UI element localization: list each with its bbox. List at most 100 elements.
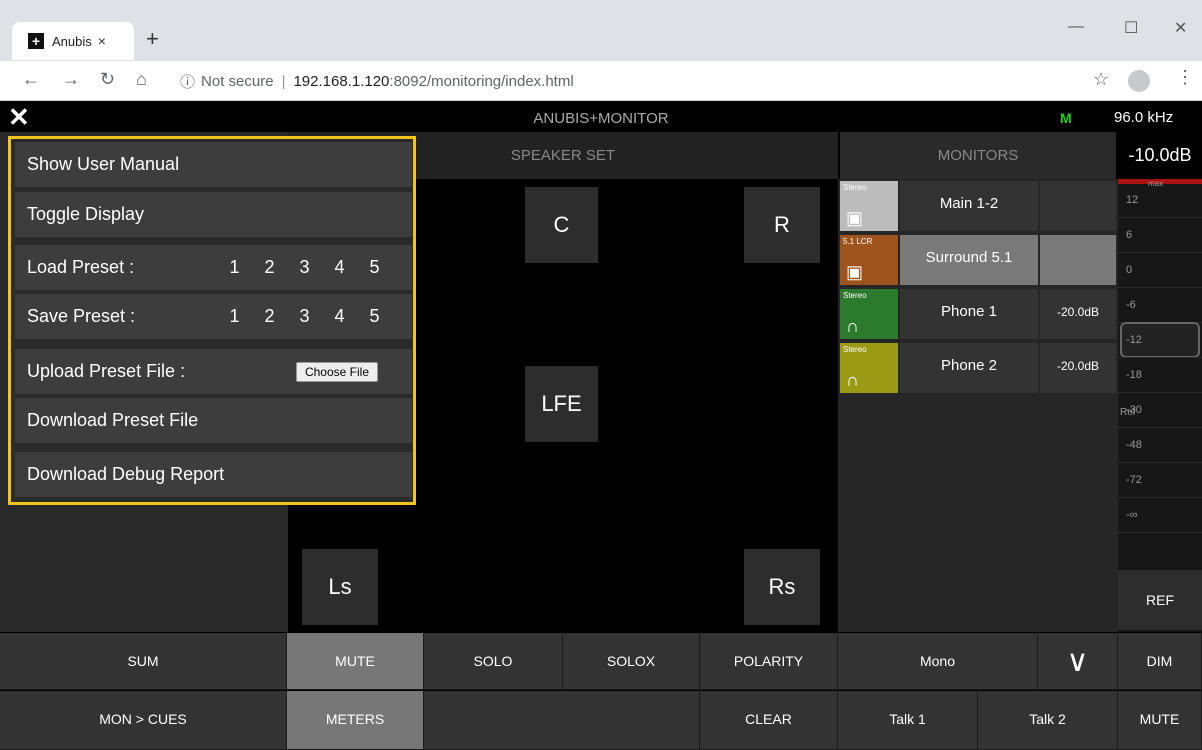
meter-tick: -30 [1118, 393, 1202, 428]
monitor-level [1040, 181, 1116, 231]
new-tab-button[interactable]: + [146, 26, 159, 52]
monitor-name[interactable]: Phone 2 [900, 343, 1038, 393]
monitor-name[interactable]: Main 1-2 [900, 181, 1038, 231]
load-preset-1[interactable]: 1 [217, 257, 252, 278]
headphones-icon: ∩ [846, 316, 859, 336]
meters-button[interactable]: METERS [287, 691, 424, 750]
home-icon[interactable]: ⌂ [136, 69, 147, 90]
choose-file-button[interactable]: Choose File [295, 361, 378, 382]
meter-tick: -72 [1118, 463, 1202, 498]
monitor-row-phone1[interactable]: Stereo ∩ Phone 1 -20.0dB [838, 287, 1118, 339]
browser-tab[interactable]: + Anubis × [12, 22, 134, 60]
mon-cues-button[interactable]: MON > CUES [0, 691, 287, 750]
save-preset-5[interactable]: 5 [357, 306, 392, 327]
talk2-button[interactable]: Talk 2 [978, 691, 1118, 750]
save-preset-buttons: 1 2 3 4 5 [217, 306, 392, 327]
address-bar[interactable]: ⓘ Not secure | 192.168.1.120 :8092/monit… [180, 67, 1090, 95]
load-preset-row: Load Preset : 1 2 3 4 5 [15, 245, 412, 290]
monitors-header: MONITORS [840, 132, 1116, 179]
toggle-display-item[interactable]: Toggle Display [15, 192, 412, 237]
save-preset-row: Save Preset : 1 2 3 4 5 [15, 294, 412, 339]
save-preset-3[interactable]: 3 [287, 306, 322, 327]
load-preset-4[interactable]: 4 [322, 257, 357, 278]
app-title: ANUBIS+MONITOR [533, 110, 669, 127]
speaker-c-button[interactable]: C [525, 187, 598, 263]
mono-button[interactable]: Mono [838, 633, 1038, 690]
monitor-format-badge: Stereo ∩ [840, 289, 898, 339]
speaker-rs-button[interactable]: Rs [744, 549, 820, 625]
dim-button[interactable]: DIM [1118, 633, 1202, 690]
meter-tick: 6 [1118, 218, 1202, 253]
ref-button[interactable]: REF [1118, 570, 1202, 630]
monitor-name[interactable]: Phone 1 [900, 289, 1038, 339]
upload-preset-row: Upload Preset File : Choose File [15, 349, 412, 394]
minimize-button[interactable]: — [1068, 18, 1084, 36]
speaker-icon: ▣ [846, 262, 864, 282]
sum-button[interactable]: SUM [0, 633, 287, 690]
reload-icon[interactable]: ↻ [100, 69, 115, 90]
maximize-button[interactable]: ☐ [1124, 18, 1138, 38]
monitor-row-surround[interactable]: 5.1 LCR ▣ Surround 5.1 [838, 233, 1118, 285]
app-favicon-icon: + [28, 33, 44, 49]
monitor-level[interactable]: -20.0dB [1040, 343, 1116, 393]
mute-button[interactable]: MUTE [287, 633, 424, 690]
meter-tick: 0 [1118, 253, 1202, 288]
save-preset-4[interactable]: 4 [322, 306, 357, 327]
master-mute-button[interactable]: MUTE [1118, 691, 1202, 750]
browser-tabstrip: + Anubis × + — ☐ ✕ [0, 0, 1202, 61]
url-separator: | [281, 72, 286, 90]
load-preset-label: Load Preset : [27, 257, 135, 277]
load-preset-3[interactable]: 3 [287, 257, 322, 278]
speaker-icon: ▣ [846, 208, 864, 228]
talk1-button[interactable]: Talk 1 [838, 691, 978, 750]
monitor-row-main[interactable]: Stereo ▣ Main 1-2 [838, 179, 1118, 231]
meter-tick: -48 [1118, 428, 1202, 463]
level-readout: -10.0dB [1118, 132, 1202, 179]
monitor-format-badge: 5.1 LCR ▣ [840, 235, 898, 285]
monitor-name[interactable]: Surround 5.1 [900, 235, 1038, 285]
browser-menu-icon[interactable]: ⋮ [1176, 67, 1194, 88]
meter-tick: -6 [1118, 288, 1202, 323]
load-preset-2[interactable]: 2 [252, 257, 287, 278]
level-meter[interactable]: max 12 6 0 -6 -12 -18 Ref -30 -48 -72 -∞ [1118, 179, 1202, 632]
speaker-r-button[interactable]: R [744, 187, 820, 263]
save-preset-2[interactable]: 2 [252, 306, 287, 327]
monitors-list: Stereo ▣ Main 1-2 5.1 LCR ▣ Surround 5.1… [838, 179, 1118, 632]
chevron-down-icon[interactable]: ∨ [1038, 633, 1118, 690]
upload-preset-label: Upload Preset File : [27, 361, 186, 381]
window-close-button[interactable]: ✕ [1174, 18, 1187, 38]
monitor-level [1040, 235, 1116, 285]
solox-button[interactable]: SOLOX [563, 633, 700, 690]
save-preset-1[interactable]: 1 [217, 306, 252, 327]
monitor-level[interactable]: -20.0dB [1040, 289, 1116, 339]
profile-avatar[interactable] [1128, 70, 1150, 92]
download-debug-item[interactable]: Download Debug Report [15, 452, 412, 497]
monitor-format-badge: Stereo ∩ [840, 343, 898, 393]
clear-button[interactable]: CLEAR [700, 691, 838, 750]
speaker-ls-button[interactable]: Ls [302, 549, 378, 625]
url-path: :8092/monitoring/index.html [389, 72, 574, 90]
polarity-button[interactable]: POLARITY [700, 633, 838, 690]
meter-tick: 12 [1118, 183, 1202, 218]
meter-tick: -∞ [1118, 498, 1202, 533]
empty-button [424, 691, 700, 750]
security-warning: Not secure [201, 72, 274, 90]
forward-icon[interactable]: → [62, 69, 80, 90]
sample-rate: 96.0 kHz [1114, 109, 1174, 126]
save-preset-label: Save Preset : [27, 306, 136, 326]
speaker-lfe-button[interactable]: LFE [525, 366, 598, 442]
back-icon[interactable]: ← [22, 69, 40, 90]
url-host: 192.168.1.120 [293, 72, 390, 90]
show-manual-item[interactable]: Show User Manual [15, 142, 412, 187]
load-preset-5[interactable]: 5 [357, 257, 392, 278]
settings-menu: Show User Manual Toggle Display Load Pre… [8, 136, 416, 505]
info-icon[interactable]: ⓘ [180, 71, 195, 92]
solo-button[interactable]: SOLO [424, 633, 563, 690]
tab-title: Anubis [52, 33, 92, 49]
bookmark-star-icon[interactable]: ☆ [1093, 69, 1109, 90]
monitor-row-phone2[interactable]: Stereo ∩ Phone 2 -20.0dB [838, 341, 1118, 393]
tab-close-icon[interactable]: × [98, 33, 106, 49]
mode-indicator: M [1060, 110, 1072, 126]
download-preset-item[interactable]: Download Preset File [15, 398, 412, 443]
headphones-icon: ∩ [846, 370, 859, 390]
